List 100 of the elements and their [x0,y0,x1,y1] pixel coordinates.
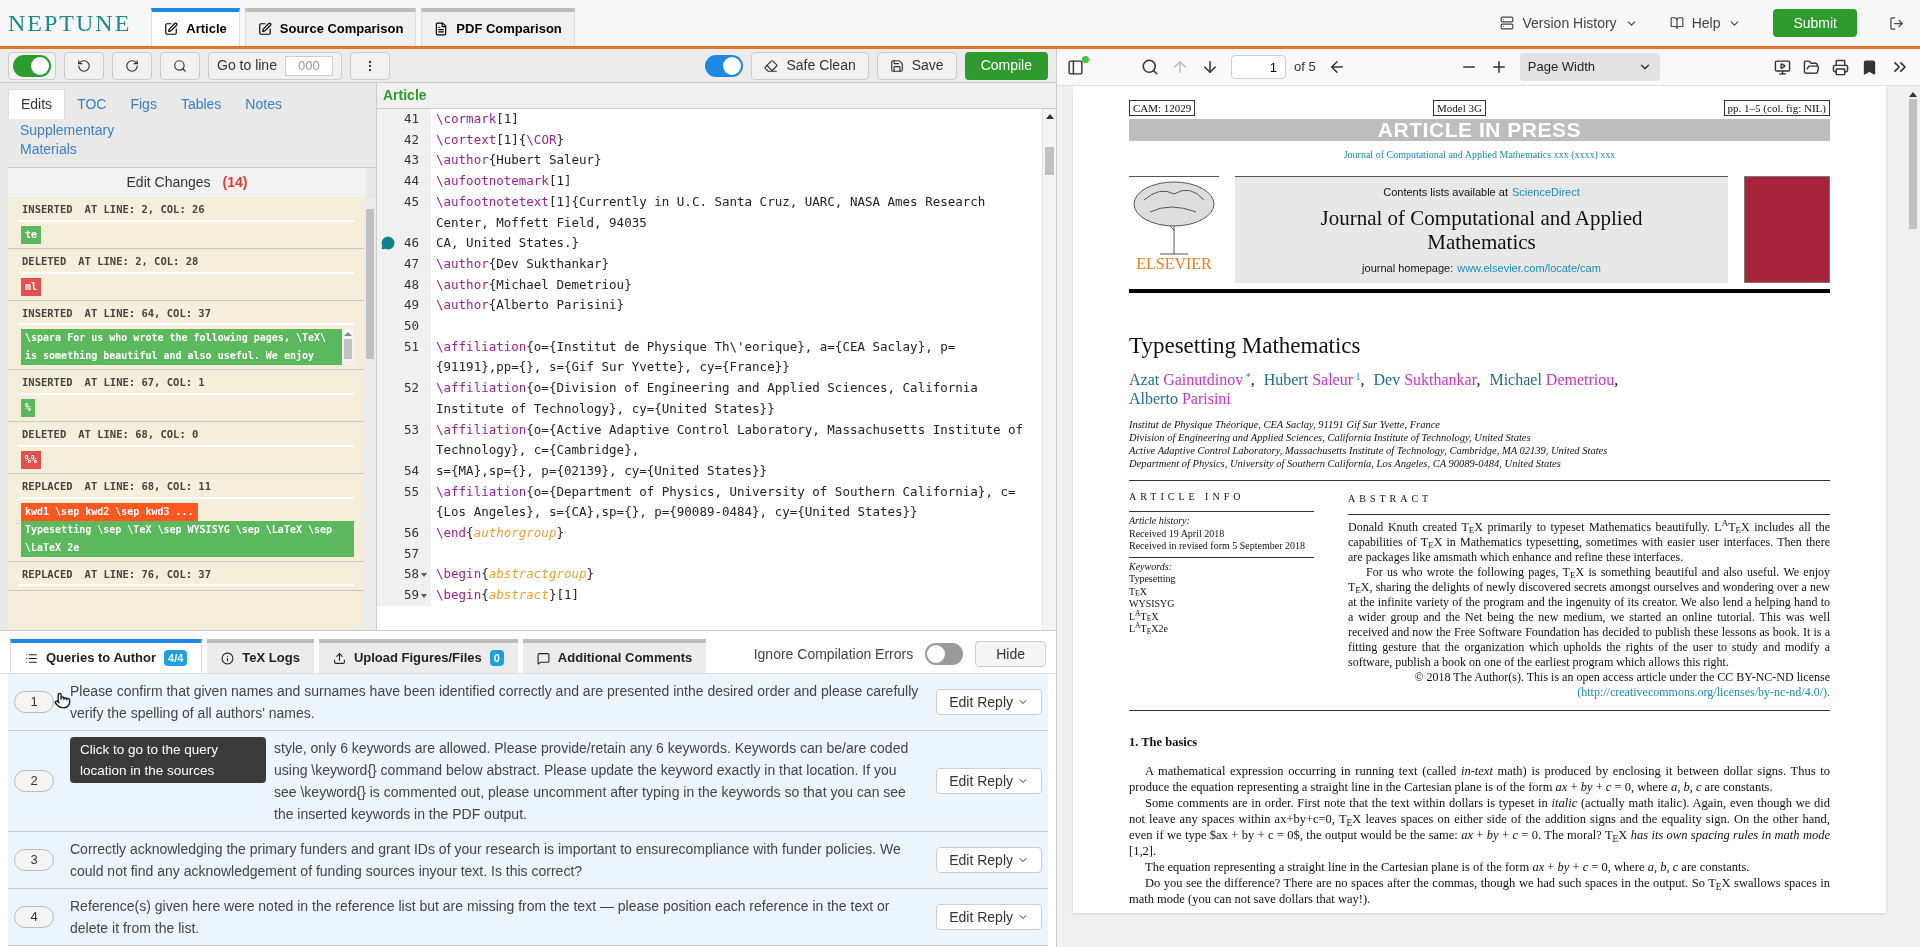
change-location: AT LINE: 76, COL: 37 [84,566,211,582]
save-icon [889,58,904,73]
query-number-button[interactable]: 3 [14,849,54,871]
query-number-button[interactable]: 1 [14,691,54,713]
edit-reply-button[interactable]: Edit Reply [936,904,1042,930]
panel-tab[interactable]: Figs [118,89,169,119]
scrollbar[interactable] [342,329,354,366]
code-line: \aufootnotetext[1]{Currently in U.C. Santa Cruz, UARC, NASA Ames Research Center, Moffett Field, 94035 [435,192,987,232]
submit-button[interactable]: Submit [1773,9,1857,37]
code-line: \begin{abstractgroup} [435,565,596,584]
save-button[interactable]: Save [876,51,957,80]
undo-button[interactable] [64,51,104,80]
redo-button[interactable] [112,51,152,80]
license-link[interactable]: (http://creativecommons.org/licenses/by-nc-nd/4.0/). [1577,684,1830,699]
fold-caret-icon[interactable] [421,572,427,577]
compile-button[interactable]: Compile [964,51,1048,80]
edit-icon [164,22,179,36]
change-type: REPLACED [22,478,73,494]
search-button[interactable] [160,51,200,80]
tab[interactable]: PDF Comparison [421,8,575,46]
hide-button[interactable]: Hide [975,641,1046,667]
affiliation-text: Active Adaptive Control Laboratory, Massachusetts Institute of Technology, Cambridge, MA 02139, United States [1129,443,1609,457]
search-icon[interactable] [1141,58,1159,76]
code-line: CA, United States.} [435,234,580,253]
affiliation-text: Institut de Physique Théorique, CEA Saclay, 91191 Gif Sur Yvette, France [1129,417,1441,431]
presentation-icon[interactable] [1774,58,1791,76]
line-number: 55 [403,482,419,501]
code-line: \author{Dev Sukthankar} [435,254,611,273]
code-line: \affiliation{o={Institut de Physique Th\'eorique}, a={CEA Saclay}, p={91191},pp={}, s={Gif Sur Yvette}, cy={France}} [435,337,957,377]
logout-icon[interactable] [1889,15,1904,31]
panel-tab[interactable]: Edits [8,89,66,119]
code-line: \author{Alberto Parisini} [435,296,626,315]
edit-reply-button[interactable]: Edit Reply [936,768,1042,794]
publisher-name: ELSEVIER [1136,256,1212,272]
journal-reference: Journal of Computational and Applied Mathematics xxx (xxxx) xxx [1342,148,1617,162]
line-number: 58 [403,565,419,584]
change-type: INSERTED [22,375,73,391]
press-banner: ARTICLE IN PRESS [1129,119,1830,141]
history-label: Article history: [1129,515,1191,528]
query-text: Reference(s) given here were noted in the reference list but are missing from the text — please position each reference in the text or delete it from the list. [70,897,891,938]
track-switch[interactable] [13,54,51,77]
affiliation-text: Division of Engineering and Applied Sciences, California Institute of Technology, United States [1129,430,1532,444]
code-line: \end{authorgroup} [435,524,565,543]
body-paragraph: The equation representing a straight line in the Cartesian plane is of the form ax + by + c = 0, where a, b, c are constants. [1144,859,1751,876]
line-number-field[interactable]: 000 [284,55,333,76]
edit-reply-button[interactable]: Edit Reply [936,847,1042,873]
removed-text: ml [21,277,42,296]
contents-text: Contents lists available at [1383,184,1508,200]
author-name: Hubert Saleur$^{1}$, [1263,369,1365,389]
panel-tab[interactable]: Upload Figures/Files 0 [318,639,518,673]
folder-icon[interactable] [1803,58,1820,76]
code-line: \affiliation{o={Department of Physics, University of Southern California}, c={Los Angeles}, s={CA},sp={}, p={90089-0484}, cy={United States}} [435,482,1017,522]
print-icon[interactable] [1832,58,1849,76]
tab[interactable]: Source Comparison [244,8,417,46]
editor-title: Article [383,86,427,105]
panel-tab[interactable]: Supplementary Materials [8,119,118,161]
line-number: 47 [403,254,419,273]
tooltip: Click to go to the query location in the sources [70,737,266,783]
upload-icon [332,651,346,665]
line-number: 48 [403,275,419,294]
bookmark-icon[interactable] [1861,58,1878,76]
ignore-errors-switch[interactable] [925,643,964,665]
menu-button[interactable]: Help [1669,12,1742,34]
panel-tab[interactable]: Notes [233,89,294,119]
edit-reply-button[interactable]: Edit Reply [936,689,1042,715]
count-badge: 0 [489,649,504,667]
inserted-text: te [21,225,42,244]
safe-clean-button[interactable]: Safe Clean [751,51,869,80]
copyright-text: © 2018 The Author(s). This is an open access article under the CC BY-NC-ND license [1413,669,1830,685]
author-name: Alberto Parisini [1129,388,1231,408]
section-heading: ARTICLE INFO [1129,490,1314,512]
sidebar-icon[interactable] [1067,58,1084,76]
zoom-select[interactable]: Page Width [1519,53,1660,81]
panel-tab[interactable]: Queries to Author 4/4 [10,639,203,673]
panel-tab[interactable]: Additional Comments [522,639,707,673]
change-location: AT LINE: 2, COL: 26 [84,202,205,217]
clean-switch[interactable] [705,54,744,77]
change-type: DELETED [22,427,67,442]
panel-title: Edit Changes [126,173,211,192]
query-number-button[interactable]: 2 [14,770,54,792]
line-number: 51 [403,337,419,356]
history-date: Received in revised form 5 September 2018 [1129,540,1307,553]
go-to-line-control[interactable]: Go to line 000 [208,51,342,80]
tab[interactable]: Article [151,8,240,46]
menu-button[interactable]: Version History [1500,12,1638,34]
comment-icon[interactable] [381,236,395,251]
down-arrow-icon[interactable] [1201,58,1219,76]
page-number-field[interactable]: 1 [1231,55,1286,79]
line-number: 44 [403,172,419,191]
query-number-button[interactable]: 4 [14,906,54,928]
stack-icon [1500,16,1515,30]
panel-tab[interactable]: Tables [168,89,234,119]
panel-tab[interactable]: TeX Logs [207,639,314,673]
author-name: Dev Sukthankar, [1373,369,1481,389]
scrollbar[interactable] [1042,109,1056,630]
line-number: 45 [403,192,419,211]
fold-caret-icon[interactable] [421,593,427,598]
comments-icon [536,651,550,665]
line-number: 57 [403,544,419,563]
inserted-text: % [21,399,36,417]
